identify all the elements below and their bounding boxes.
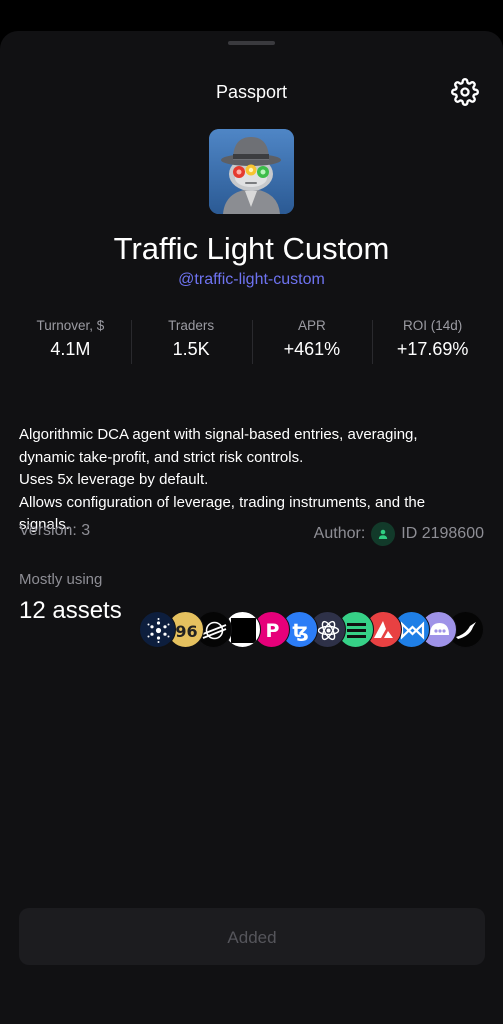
agent-handle[interactable]: @traffic-light-custom [0,271,503,289]
stat-roi: ROI (14d) +17.69% [372,318,493,364]
stat-label: ROI (14d) [402,318,463,333]
description-line: Algorithmic DCA agent with signal-based … [19,426,418,443]
stat-value: 1.5K [172,339,210,359]
svg-text:ꜩ: ꜩ [292,620,308,642]
stat-apr: APR +461% [251,318,373,364]
author-label: Author: [313,525,366,542]
stat-value: 4.1M [50,339,91,359]
gear-icon[interactable] [451,78,479,106]
stat-traders: Traders 1.5K [130,318,252,364]
sheet-grabber[interactable] [228,41,275,45]
svg-text:P: P [266,620,280,642]
version-label: Version: 3 [19,522,91,539]
svg-text:96: 96 [175,622,197,641]
author-id: ID 2198600 [401,525,484,542]
description-line: Allows configuration of leverage, tradin… [19,493,426,511]
stats-row: Turnover, $ 4.1M Traders 1.5K APR +461% … [10,318,493,364]
stat-turnover: Turnover, $ 4.1M [10,318,131,364]
agent-description: Algorithmic DCA agent with signal-based … [19,424,489,537]
user-icon [371,522,396,546]
agent-avatar [209,129,294,214]
added-button[interactable]: Added [19,908,485,965]
assets-label: Mostly using [19,571,103,588]
page-title: Passport [215,82,288,102]
agent-name: Traffic Light Custom [113,231,390,266]
stat-value: +461% [283,339,341,359]
bottom-sheet: Passport Traffic Light Custom @traffic-l… [0,31,503,1024]
stat-label: Traders [168,318,215,333]
stat-value: +17.69% [396,339,469,359]
stat-label: APR [297,318,326,333]
author-info[interactable]: Author: ID 2198600 [314,522,484,546]
assets-count: 12 assets [19,597,122,624]
stat-label: Turnover, $ [36,318,105,333]
description-line: dynamic take-profit, and strict risk con… [19,448,304,466]
description-line: Uses 5x leverage by default. [19,471,209,488]
cardano-icon [139,611,176,648]
